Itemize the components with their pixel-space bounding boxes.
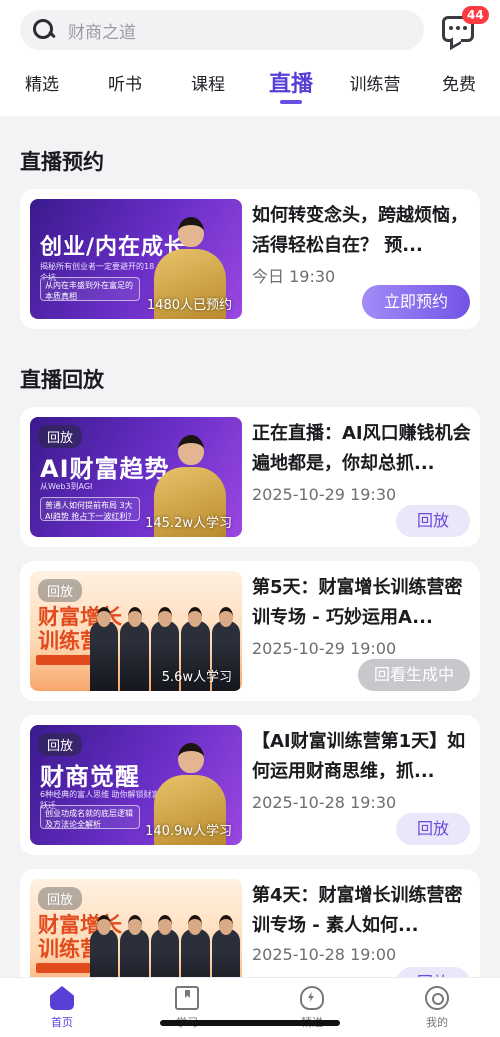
learner-count: 5.6w人学习 [161,670,232,685]
thumb-box: 从内在丰盛到外在富足的本质真相 [40,277,140,301]
replay-date: 2025-10-29 19:30 [252,485,397,504]
learner-count: 140.9w人学习 [145,824,232,839]
tab-courses[interactable]: 课程 [191,70,225,95]
home-indicator [160,1020,340,1026]
category-tabs: 精选 听书 课程 直播 训练营 免费 [0,64,500,104]
replay-date: 2025-10-28 19:30 [252,793,397,812]
book-icon [175,986,199,1010]
tab-featured[interactable]: 精选 [25,70,59,95]
nav-label: 首页 [51,1016,73,1029]
thumb-title: AI财富趋势 [40,455,170,483]
thumb-ribbon [36,963,96,973]
thumb-subtitle: 从Web3到AGI [40,482,93,491]
reservation-thumbnail[interactable]: 创业/内在成长 揭秘所有创业者一定要避开的18个坑 从内在丰盛到外在富足的本质真… [30,199,242,319]
thumb-box: 创业功成名就的底层逻辑及方法论全解析 [40,805,140,829]
replay-title: 第5天：财富增长训练营密训专场 - 巧妙运用A... [252,577,463,628]
reservation-count: 1480人已预约 [146,298,232,313]
nav-me[interactable]: 我的 [407,986,467,1030]
replay-title: 【AI财富训练营第1天】如何运用财商思维，抓... [252,731,466,782]
tab-free[interactable]: 免费 [442,70,476,95]
replay-tag: 回放 [38,733,83,756]
search-icon [32,18,56,42]
replay-button[interactable]: 回放 [396,505,470,537]
thumb-box: 普通人如何提前布局 3大AI趋势 抢占下一波红利? [40,497,140,521]
replay-date: 2025-10-28 19:00 [252,945,397,964]
replay-title: 正在直播：AI风口赚钱机会遍地都是，你却总抓... [252,423,471,474]
section-title-replay: 直播回放 [20,368,104,392]
reservation-card[interactable]: 创业/内在成长 揭秘所有创业者一定要避开的18个坑 从内在丰盛到外在富足的本质真… [20,189,480,329]
message-icon-dots [449,26,467,30]
replay-title: 第4天：财富增长训练营密训专场 - 素人如何... [252,885,463,936]
reservation-time: 今日 19:30 [252,267,336,286]
replay-card[interactable]: 回放 AI财富趋势 从Web3到AGI 普通人如何提前布局 3大AI趋势 抢占下… [20,407,480,547]
bulb-icon [300,986,324,1010]
replay-thumbnail[interactable]: 回放 AI财富趋势 从Web3到AGI 普通人如何提前布局 3大AI趋势 抢占下… [30,417,242,537]
replay-tag: 回放 [38,579,83,602]
replay-generating-button[interactable]: 回看生成中 [358,659,470,691]
replay-button[interactable]: 回放 [396,813,470,845]
top-bar: 财商之道 44 精选 听书 课程 直播 训练营 免费 [0,0,500,116]
reservation-title: 如何转变念头，跨越烦恼，活得轻松自在？ 预... [252,205,468,256]
thumb-title: 财商觉醒 [40,763,140,791]
nav-home[interactable]: 首页 [32,986,92,1030]
tab-active-indicator [280,100,302,104]
message-button[interactable]: 44 [440,6,489,44]
search-placeholder: 财商之道 [68,22,136,43]
nav-label: 我的 [426,1016,448,1029]
replay-thumbnail[interactable]: 回放 财富增长训练营 5.6w人学习 [30,571,242,691]
search-bar[interactable]: 财商之道 [20,10,424,50]
profile-icon [425,986,449,1010]
reserve-button[interactable]: 立即预约 [362,285,470,319]
replay-thumbnail[interactable]: 回放 财商觉醒 6种经典的富人思维 助你解锁财富跃迁 创业功成名就的底层逻辑及方… [30,725,242,845]
learner-count: 145.2w人学习 [145,516,232,531]
tab-audiobooks[interactable]: 听书 [108,70,142,95]
replay-tag: 回放 [38,887,83,910]
replay-tag: 回放 [38,425,83,448]
replay-date: 2025-10-29 19:00 [252,639,397,658]
replay-card[interactable]: 回放 财商觉醒 6种经典的富人思维 助你解锁财富跃迁 创业功成名就的底层逻辑及方… [20,715,480,855]
tab-bootcamp[interactable]: 训练营 [350,70,401,95]
tab-live[interactable]: 直播 [269,66,313,98]
bottom-nav: 首页 学习 精进 我的 [0,978,500,1037]
home-icon [50,986,74,1010]
section-title-reservation: 直播预约 [20,150,104,174]
message-badge: 44 [462,6,489,24]
thumb-ribbon [36,655,96,665]
replay-card[interactable]: 回放 财富增长训练营 5.6w人学习 第5天：财富增长训练营密训专场 - 巧妙运… [20,561,480,701]
